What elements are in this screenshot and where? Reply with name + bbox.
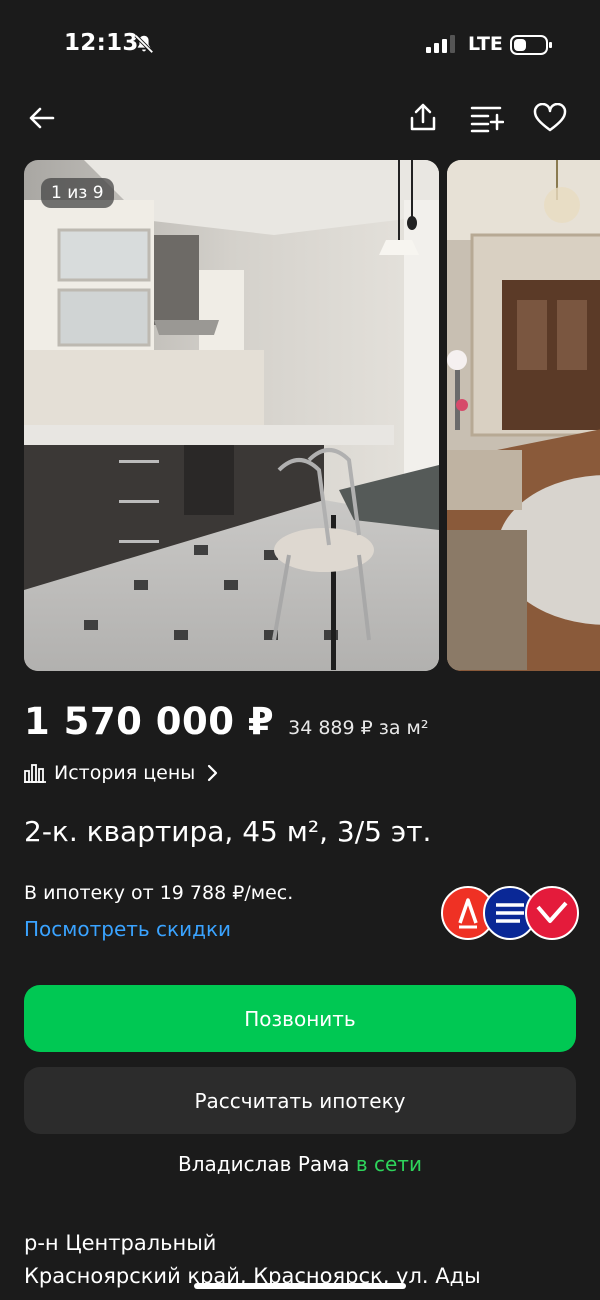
kitchen-image xyxy=(24,160,439,671)
arrow-left-icon xyxy=(29,107,55,129)
share-button[interactable] xyxy=(403,98,443,138)
battery-icon xyxy=(510,35,552,55)
signal-icon xyxy=(426,35,455,53)
price: 1 570 000 ₽ xyxy=(24,700,275,743)
home-indicator[interactable] xyxy=(194,1283,406,1289)
address-district: р-н Центральный xyxy=(24,1231,217,1255)
favorite-button[interactable] xyxy=(530,98,570,138)
price-history-link[interactable]: История цены xyxy=(24,758,221,788)
heart-icon xyxy=(533,103,567,132)
bell-off-icon xyxy=(134,34,154,54)
seller-name: Владислав Рама xyxy=(178,1152,350,1176)
mortgage-text: В ипотеку от 19 788 ₽/мес. xyxy=(24,882,294,904)
pochta-bank-logo xyxy=(525,886,579,940)
photo-counter: 1 из 9 xyxy=(41,178,114,208)
compare-button[interactable] xyxy=(467,98,507,138)
price-per-m2: 34 889 ₽ за м² xyxy=(288,717,429,739)
back-button[interactable] xyxy=(22,98,62,138)
bar-chart-icon xyxy=(24,764,46,783)
share-icon xyxy=(410,103,436,131)
compare-list-icon xyxy=(470,106,504,133)
discounts-link[interactable]: Посмотреть скидки xyxy=(24,917,231,941)
price-row: 1 570 000 ₽ 34 889 ₽ за м² xyxy=(24,700,429,750)
status-time: 12:13 xyxy=(64,30,139,56)
seller-online-status: в сети xyxy=(355,1152,422,1176)
photo-kitchen[interactable]: 1 из 9 xyxy=(24,160,439,671)
living-room-image xyxy=(447,160,600,671)
seller-info[interactable]: Владислав Рама в сети xyxy=(0,1152,600,1176)
nav-bar xyxy=(0,90,600,145)
price-history-label: История цены xyxy=(54,762,196,784)
bank-logos[interactable] xyxy=(440,885,580,941)
photo-living-room[interactable] xyxy=(447,160,600,671)
chevron-right-icon xyxy=(208,764,218,782)
photo-gallery[interactable]: 1 из 9 xyxy=(24,160,600,672)
network-type: LTE xyxy=(468,33,503,55)
call-button[interactable]: Позвонить xyxy=(24,985,576,1052)
listing-title: 2-к. квартира, 45 м², 3/5 эт. xyxy=(24,815,432,848)
status-bar: 12:13 LTE xyxy=(0,0,600,90)
mortgage-calc-button[interactable]: Рассчитать ипотеку xyxy=(24,1067,576,1134)
